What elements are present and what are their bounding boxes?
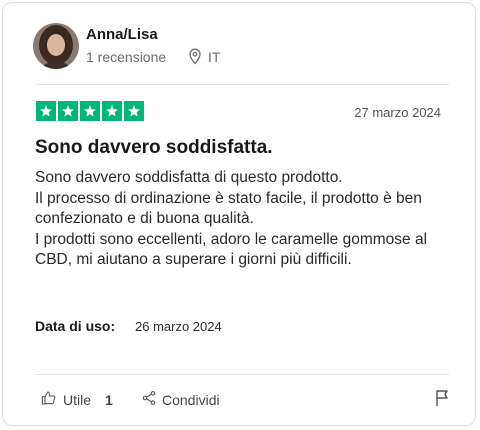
share-icon — [141, 390, 157, 411]
star-icon — [102, 101, 122, 121]
share-label: Condividi — [162, 392, 220, 408]
map-pin-icon — [188, 48, 202, 70]
useful-label: Utile — [63, 392, 92, 408]
flag-icon — [435, 390, 451, 411]
avatar[interactable] — [33, 23, 79, 69]
review-body-line: Il processo di ordinazione è stato facil… — [35, 189, 422, 228]
star-icon — [36, 101, 56, 121]
review-count: 1 recensione — [86, 49, 167, 65]
review-title[interactable]: Sono davvero soddisfatta. — [35, 137, 273, 159]
review-body-line: I prodotti sono eccellenti, adoro le car… — [35, 230, 428, 269]
divider — [35, 374, 449, 375]
review-body: Sono davvero soddisfatta di questo prodo… — [35, 168, 455, 271]
useful-button[interactable]: Utile 1 — [41, 389, 113, 411]
usage-date-label: Data di uso: — [35, 318, 116, 334]
report-button[interactable] — [435, 389, 451, 412]
review-body-line: Sono davvero soddisfatta di questo prodo… — [35, 169, 343, 186]
reviewer-name[interactable]: Anna/Lisa — [86, 26, 158, 43]
divider — [35, 84, 449, 85]
star-icon — [58, 101, 78, 121]
useful-count: 1 — [105, 392, 113, 408]
share-button[interactable]: Condividi — [141, 389, 220, 411]
reviewer-country: IT — [208, 49, 221, 65]
star-icon — [80, 101, 100, 121]
star-icon — [124, 101, 144, 121]
thumbs-up-icon — [41, 390, 57, 411]
review-date: 27 marzo 2024 — [354, 105, 441, 120]
usage-date: 26 marzo 2024 — [135, 319, 222, 334]
review-card: Anna/Lisa 1 recensione IT 27 marzo 2024 … — [2, 2, 476, 426]
star-rating — [36, 101, 144, 121]
